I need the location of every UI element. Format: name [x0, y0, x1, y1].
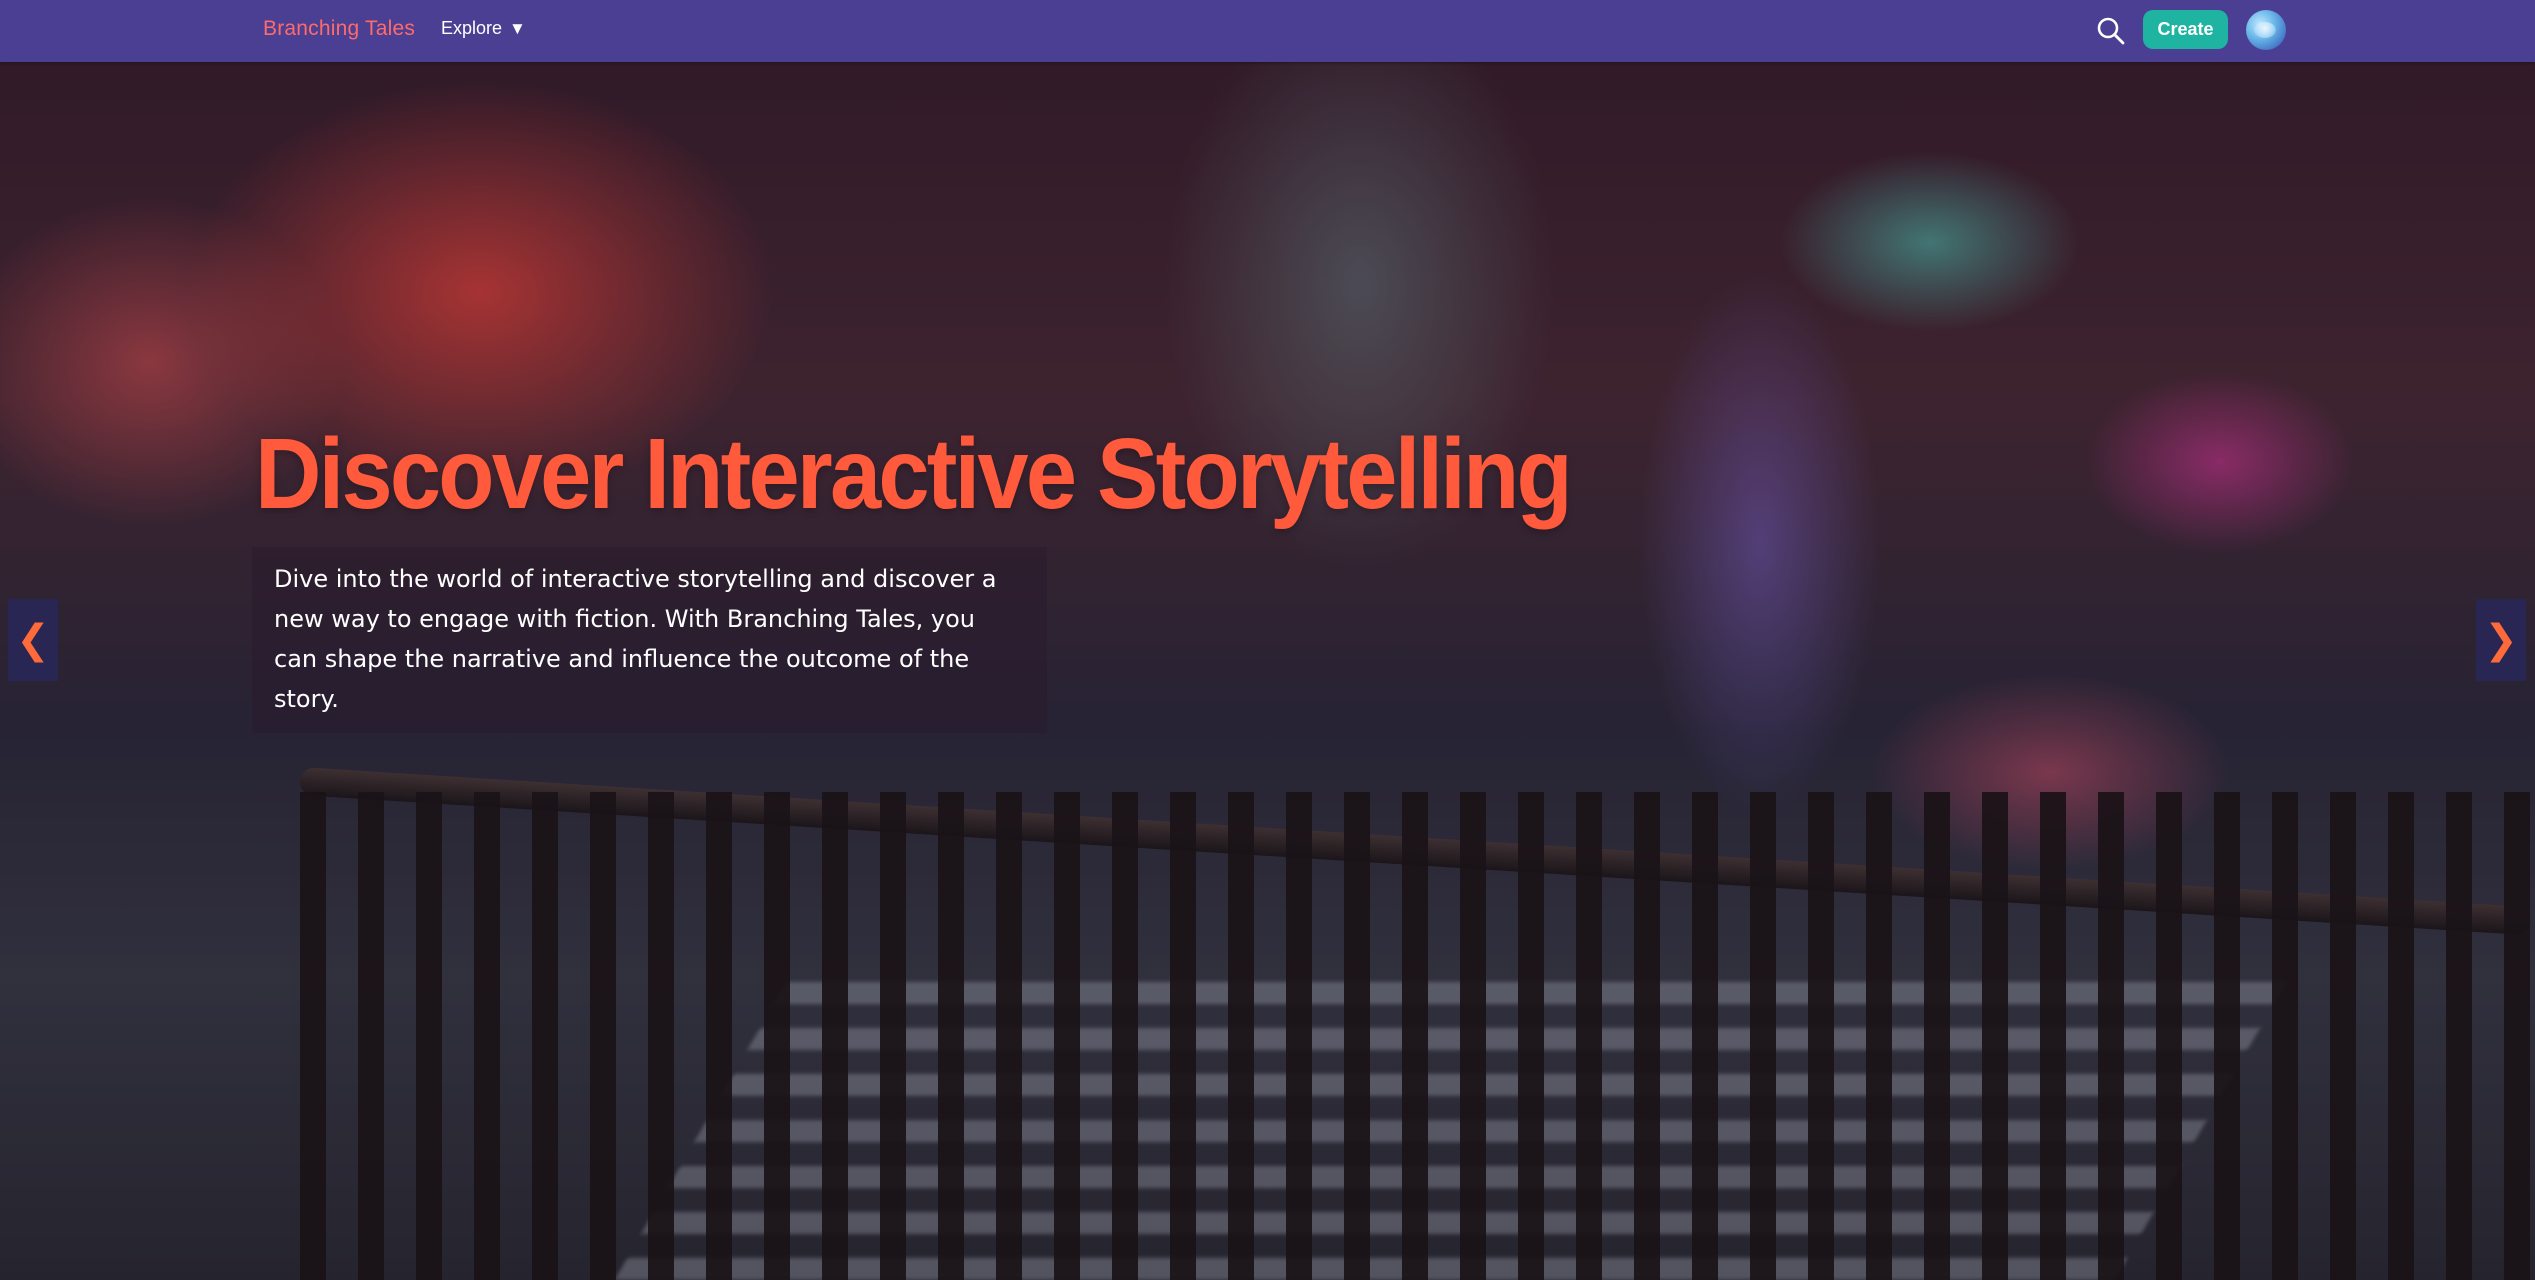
caret-down-icon: ▼ — [509, 19, 526, 38]
hero-carousel: Discover Interactive Storytelling Dive i… — [0, 62, 2535, 1280]
explore-dropdown[interactable]: Explore ▼ — [441, 18, 526, 39]
top-navbar: Branching Tales Explore ▼ Create — [0, 0, 2535, 62]
brand-logo-link[interactable]: Branching Tales — [263, 17, 415, 41]
user-avatar[interactable] — [2246, 10, 2286, 50]
search-icon[interactable] — [2094, 14, 2128, 48]
hero-description: Dive into the world of interactive story… — [252, 547, 1047, 733]
carousel-prev-button[interactable]: ❮ — [8, 599, 58, 681]
explore-label: Explore — [441, 18, 503, 38]
hero-title: Discover Interactive Storytelling — [255, 418, 1573, 530]
create-button[interactable]: Create — [2143, 10, 2228, 49]
carousel-next-button[interactable]: ❯ — [2476, 599, 2526, 681]
